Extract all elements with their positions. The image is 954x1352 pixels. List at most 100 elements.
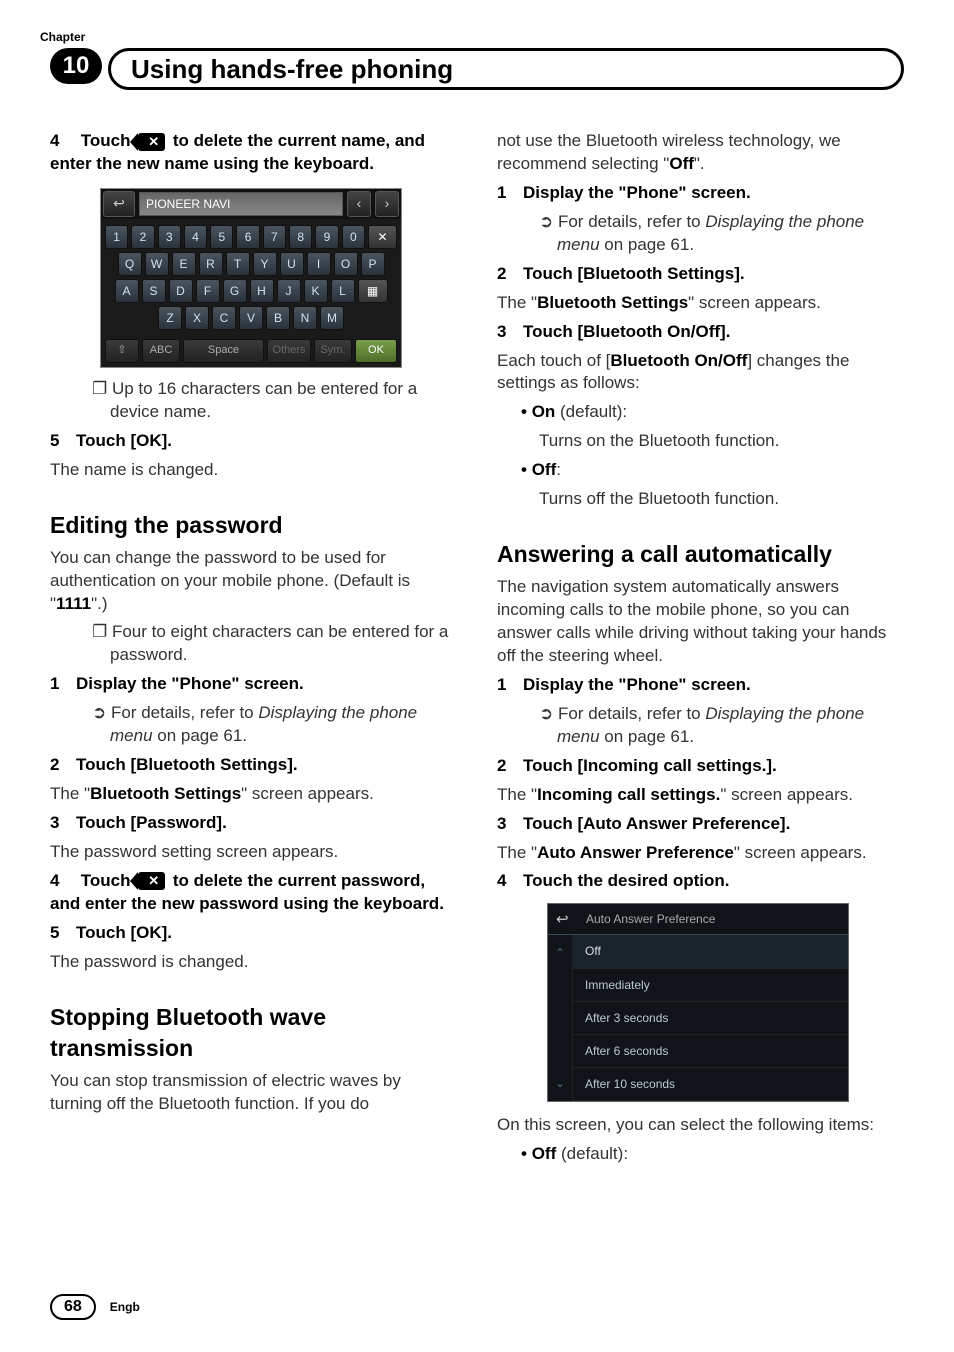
aa-option[interactable]: After 3 seconds <box>573 1002 848 1035</box>
aa-step1: 1Display the "Phone" screen. <box>497 674 904 697</box>
aa-back-icon[interactable]: ↩ <box>556 910 576 928</box>
aa-step2: 2Touch [Incoming call settings.]. <box>497 755 904 778</box>
editpw-step4: 4 Touch ✕ to delete the current password… <box>50 870 457 916</box>
language-label: Engb <box>110 1300 140 1314</box>
key[interactable]: J <box>277 279 301 303</box>
key[interactable]: X <box>185 306 209 330</box>
editpw-note-length: Four to eight characters can be entered … <box>50 621 457 667</box>
kbd-sym-key[interactable]: Sym. <box>314 339 352 363</box>
key[interactable]: I <box>307 252 331 276</box>
left-step4: 4 Touch ✕ to delete the current name, an… <box>50 130 457 176</box>
chapter-label: Chapter <box>40 30 904 44</box>
bt-on-bullet: On (default): <box>497 401 904 424</box>
stopbt-step1: 1Display the "Phone" screen. <box>497 182 904 205</box>
key[interactable]: F <box>196 279 220 303</box>
key[interactable]: U <box>280 252 304 276</box>
page-number: 68 <box>50 1294 96 1320</box>
aa-step3: 3Touch [Auto Answer Preference]. <box>497 813 904 836</box>
key[interactable]: A <box>115 279 139 303</box>
key[interactable]: 3 <box>158 225 181 249</box>
key[interactable]: Y <box>253 252 277 276</box>
kbd-shift-key[interactable]: ⇧ <box>105 339 139 363</box>
key[interactable]: C <box>212 306 236 330</box>
stopbt-body: You can stop transmission of electric wa… <box>50 1070 457 1116</box>
key[interactable]: D <box>169 279 193 303</box>
aa-option[interactable]: After 6 seconds <box>573 1035 848 1068</box>
editpw-step3-body: The password setting screen appears. <box>50 841 457 864</box>
aa-off-bullet: Off (default): <box>497 1143 904 1166</box>
scroll-down-icon[interactable]: ⌄ <box>555 1075 565 1091</box>
key[interactable]: 1 <box>105 225 128 249</box>
key[interactable]: B <box>266 306 290 330</box>
kbd-next-icon[interactable]: › <box>375 191 399 217</box>
left-column: 4 Touch ✕ to delete the current name, an… <box>50 130 457 1172</box>
auto-answer-intro: The navigation system automatically answ… <box>497 576 904 668</box>
key[interactable]: 4 <box>184 225 207 249</box>
key[interactable]: T <box>226 252 250 276</box>
kbd-delete-key[interactable]: ✕ <box>368 225 397 249</box>
right-column: not use the Bluetooth wireless technolog… <box>497 130 904 1172</box>
left-note-16chars: Up to 16 characters can be entered for a… <box>50 378 457 424</box>
key[interactable]: 0 <box>342 225 365 249</box>
key[interactable]: E <box>172 252 196 276</box>
stopbt-step2: 2Touch [Bluetooth Settings]. <box>497 263 904 286</box>
kbd-ok-button[interactable]: OK <box>355 339 397 363</box>
key[interactable]: O <box>334 252 358 276</box>
kbd-abc-key[interactable]: ABC <box>142 339 180 363</box>
kbd-others-key[interactable]: Others <box>267 339 311 363</box>
editpw-step1-sub: For details, refer to Displaying the pho… <box>50 702 457 748</box>
aa-option[interactable]: After 10 seconds <box>573 1068 848 1101</box>
chapter-number-badge: 10 <box>50 48 102 84</box>
kbd-space-key[interactable]: Space <box>183 339 264 363</box>
kbd-text-input[interactable]: PIONEER NAVI <box>139 192 343 216</box>
key[interactable]: H <box>250 279 274 303</box>
key[interactable]: Q <box>118 252 142 276</box>
aa-option[interactable]: Off <box>573 935 848 968</box>
key[interactable]: G <box>223 279 247 303</box>
kbd-layout-key[interactable]: ▦ <box>358 279 388 303</box>
editpw-intro: You can change the password to be used f… <box>50 547 457 616</box>
aa-step2-body: The "Incoming call settings." screen app… <box>497 784 904 807</box>
key[interactable]: S <box>142 279 166 303</box>
key[interactable]: 5 <box>210 225 233 249</box>
bt-on-desc: Turns on the Bluetooth function. <box>497 430 904 453</box>
key[interactable]: V <box>239 306 263 330</box>
kbd-back-icon[interactable]: ↩ <box>103 191 135 217</box>
heading-editing-password: Editing the password <box>50 510 457 541</box>
aa-step3-body: The "Auto Answer Preference" screen appe… <box>497 842 904 865</box>
key[interactable]: 9 <box>315 225 338 249</box>
backspace-icon: ✕ <box>138 133 165 151</box>
keyboard-screenshot: ↩ PIONEER NAVI ‹ › 1 2 3 4 5 6 7 8 <box>100 188 402 368</box>
chapter-title: Using hands-free phoning <box>108 48 904 90</box>
stopbt-body-continued: not use the Bluetooth wireless technolog… <box>497 130 904 176</box>
stopbt-step3: 3Touch [Bluetooth On/Off]. <box>497 321 904 344</box>
stopbt-step1-sub: For details, refer to Displaying the pho… <box>497 211 904 257</box>
key[interactable]: 2 <box>131 225 154 249</box>
key[interactable]: Z <box>158 306 182 330</box>
key[interactable]: 7 <box>263 225 286 249</box>
scroll-up-icon[interactable]: ⌃ <box>555 945 565 961</box>
key[interactable]: R <box>199 252 223 276</box>
editpw-step3: 3Touch [Password]. <box>50 812 457 835</box>
left-step5: 5Touch [OK]. <box>50 430 457 453</box>
kbd-prev-icon[interactable]: ‹ <box>347 191 371 217</box>
bt-off-desc: Turns off the Bluetooth function. <box>497 488 904 511</box>
key[interactable]: 6 <box>236 225 259 249</box>
key[interactable]: M <box>320 306 344 330</box>
key[interactable]: K <box>304 279 328 303</box>
key[interactable]: N <box>293 306 317 330</box>
aa-step4: 4Touch the desired option. <box>497 870 904 893</box>
heading-stop-bluetooth: Stopping Bluetooth wave transmission <box>50 1002 457 1064</box>
key[interactable]: L <box>331 279 355 303</box>
left-step5-body: The name is changed. <box>50 459 457 482</box>
key[interactable]: 8 <box>289 225 312 249</box>
editpw-step5: 5Touch [OK]. <box>50 922 457 945</box>
aa-step1-sub: For details, refer to Displaying the pho… <box>497 703 904 749</box>
stopbt-step3-body: Each touch of [Bluetooth On/Off] changes… <box>497 350 904 396</box>
auto-answer-screenshot: ↩ Auto Answer Preference ⌃ ⌄ Off Immedia… <box>547 903 849 1102</box>
aa-option[interactable]: Immediately <box>573 969 848 1002</box>
key[interactable]: P <box>361 252 385 276</box>
key[interactable]: W <box>145 252 169 276</box>
aa-after-text: On this screen, you can select the follo… <box>497 1114 904 1137</box>
bt-off-bullet: Off: <box>497 459 904 482</box>
